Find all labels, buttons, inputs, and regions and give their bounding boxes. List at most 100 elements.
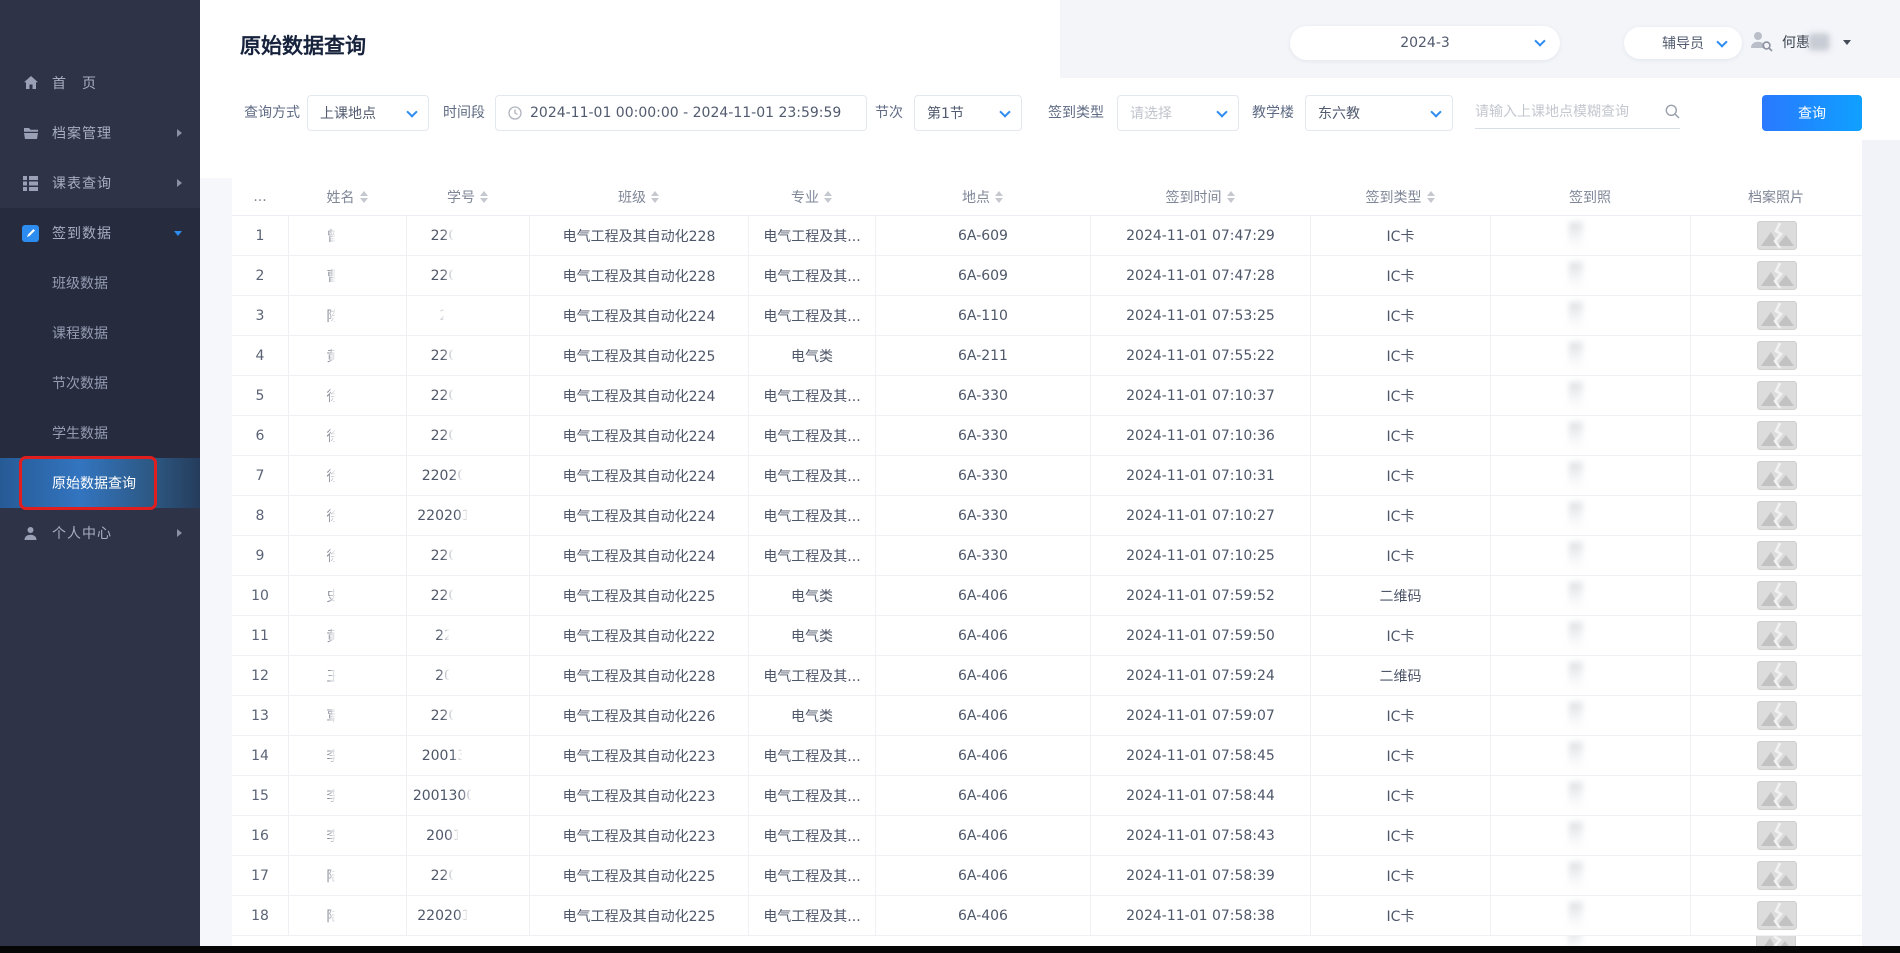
major-cell: 电气工程及其... <box>748 416 875 455</box>
column-header-student-id[interactable]: 学号 <box>406 187 529 207</box>
archive-photo-cell[interactable] <box>1690 856 1862 895</box>
archive-photo-cell[interactable] <box>1690 776 1862 815</box>
sidebar-item-signin-data[interactable]: 签到数据 <box>0 208 200 258</box>
archive-photo-cell[interactable] <box>1690 616 1862 655</box>
query-mode-select[interactable]: 上课地点 <box>307 95 429 131</box>
name-cell: 李 <box>288 736 406 775</box>
name-cell: 陆 <box>288 896 406 935</box>
sign-photo-cell[interactable] <box>1490 496 1690 535</box>
sign-photo-cell[interactable] <box>1490 696 1690 735</box>
sort-icon[interactable] <box>824 190 832 203</box>
name-cell: 徐 <box>288 416 406 455</box>
semester-value: 2024-3 <box>1400 35 1450 51</box>
sign-photo-cell[interactable] <box>1490 576 1690 615</box>
sign-photo-cell[interactable] <box>1490 896 1690 935</box>
location-cell: 6A-406 <box>875 856 1090 895</box>
archive-photo-cell[interactable] <box>1690 816 1862 855</box>
sidebar-item-timetable[interactable]: 课表查询 <box>0 158 200 208</box>
sort-icon[interactable] <box>480 190 488 203</box>
sign-photo-cell[interactable] <box>1490 216 1690 255</box>
archive-photo-cell[interactable] <box>1690 656 1862 695</box>
archive-photo-cell[interactable] <box>1690 936 1862 946</box>
archive-photo-cell[interactable] <box>1690 576 1862 615</box>
archive-photo-cell[interactable] <box>1690 736 1862 775</box>
location-cell: 6A-330 <box>875 376 1090 415</box>
broken-image-icon <box>1756 781 1797 810</box>
column-header-class[interactable]: 班级 <box>529 187 748 207</box>
building-select[interactable]: 东六教 <box>1305 95 1453 131</box>
role-select[interactable]: 辅导员 <box>1624 27 1742 59</box>
broken-image-icon <box>1756 381 1797 410</box>
time-range-input[interactable]: 2024-11-01 00:00:00 - 2024-11-01 23:59:5… <box>495 95 867 131</box>
sidebar-subitem-course-data[interactable]: 课程数据 <box>0 308 200 358</box>
location-search-input[interactable] <box>1475 103 1665 120</box>
archive-photo-cell[interactable] <box>1690 256 1862 295</box>
period-select[interactable]: 第1节 <box>914 95 1022 131</box>
archive-photo-cell[interactable] <box>1690 376 1862 415</box>
archive-photo-cell[interactable] <box>1690 696 1862 735</box>
sign-photo-cell[interactable] <box>1490 536 1690 575</box>
sign-type-cell: IC卡 <box>1310 296 1490 335</box>
sign-photo-cell[interactable] <box>1490 296 1690 335</box>
sign-photo-cell[interactable] <box>1490 416 1690 455</box>
query-button[interactable]: 查询 <box>1762 95 1862 131</box>
sort-icon[interactable] <box>359 190 368 203</box>
sign-photo-cell[interactable] <box>1490 256 1690 295</box>
row-index: 3 <box>255 307 265 324</box>
column-header-location[interactable]: 地点 <box>875 187 1090 207</box>
table-body: 1 曾 220 电气工程及其自动化228 电气工程及其... 6A-609 20… <box>232 216 1862 936</box>
archive-photo-cell[interactable] <box>1690 216 1862 255</box>
major-cell: 电气工程及其... <box>748 256 875 295</box>
sidebar-item-home[interactable]: 首 页 <box>0 58 200 108</box>
sign-photo-cell[interactable] <box>1490 856 1690 895</box>
sign-type-cell: IC卡 <box>1310 456 1490 495</box>
class-cell: 电气工程及其自动化224 <box>529 416 748 455</box>
sidebar-subitem-class-data[interactable]: 班级数据 <box>0 258 200 308</box>
sign-photo-blurred <box>1566 497 1615 534</box>
sidebar-item-archives[interactable]: 档案管理 <box>0 108 200 158</box>
major-cell: 电气工程及其... <box>748 376 875 415</box>
column-header-sign-time[interactable]: 签到时间 <box>1090 187 1310 207</box>
row-index: 4 <box>255 347 265 364</box>
column-header-name[interactable]: 姓名 <box>288 187 406 207</box>
class-cell: 电气工程及其自动化224 <box>529 456 748 495</box>
archive-photo-cell[interactable] <box>1690 296 1862 335</box>
sign-photo-cell[interactable] <box>1490 456 1690 495</box>
sign-photo-cell[interactable] <box>1490 656 1690 695</box>
sort-icon[interactable] <box>1226 190 1235 203</box>
sidebar-subitem-period-data[interactable]: 节次数据 <box>0 358 200 408</box>
sign-photo-cell[interactable] <box>1490 376 1690 415</box>
archive-photo-cell[interactable] <box>1690 416 1862 455</box>
archive-photo-cell[interactable] <box>1690 496 1862 535</box>
sort-icon[interactable] <box>995 190 1003 203</box>
sign-photo-cell[interactable] <box>1490 336 1690 375</box>
name-cell: 黄 <box>288 336 406 375</box>
column-header-sign-type[interactable]: 签到类型 <box>1310 187 1490 207</box>
sign-photo-cell[interactable] <box>1490 616 1690 655</box>
broken-image-icon <box>1756 741 1797 770</box>
column-header-major[interactable]: 专业 <box>748 187 875 207</box>
archive-photo-cell[interactable] <box>1690 336 1862 375</box>
sign-photo-cell[interactable] <box>1490 736 1690 775</box>
search-icon[interactable] <box>1665 104 1680 119</box>
location-cell: 6A-330 <box>875 416 1090 455</box>
sidebar-item-personal-center[interactable]: 个人中心 <box>0 508 200 558</box>
archive-photo-cell[interactable] <box>1690 456 1862 495</box>
sort-icon[interactable] <box>651 190 659 203</box>
sign-type-select[interactable]: 请选择 <box>1117 95 1239 131</box>
sort-icon[interactable] <box>1426 190 1435 203</box>
sign-photo-cell[interactable] <box>1490 816 1690 855</box>
user-menu[interactable]: 何惠 <box>1748 28 1851 56</box>
redacted-text <box>453 867 506 884</box>
archive-photo-cell[interactable] <box>1690 896 1862 935</box>
sign-photo-cell[interactable] <box>1490 776 1690 815</box>
period-label: 节次 <box>875 105 903 121</box>
broken-image-icon <box>1756 421 1797 450</box>
semester-select[interactable]: 2024-3 <box>1290 26 1560 60</box>
major-cell: 电气工程及其... <box>748 736 875 775</box>
location-cell: 6A-211 <box>875 336 1090 375</box>
sidebar-subitem-student-data[interactable]: 学生数据 <box>0 408 200 458</box>
location-cell: 6A-330 <box>875 496 1090 535</box>
sidebar-subitem-raw-data-query[interactable]: 原始数据查询 <box>0 458 200 508</box>
archive-photo-cell[interactable] <box>1690 536 1862 575</box>
